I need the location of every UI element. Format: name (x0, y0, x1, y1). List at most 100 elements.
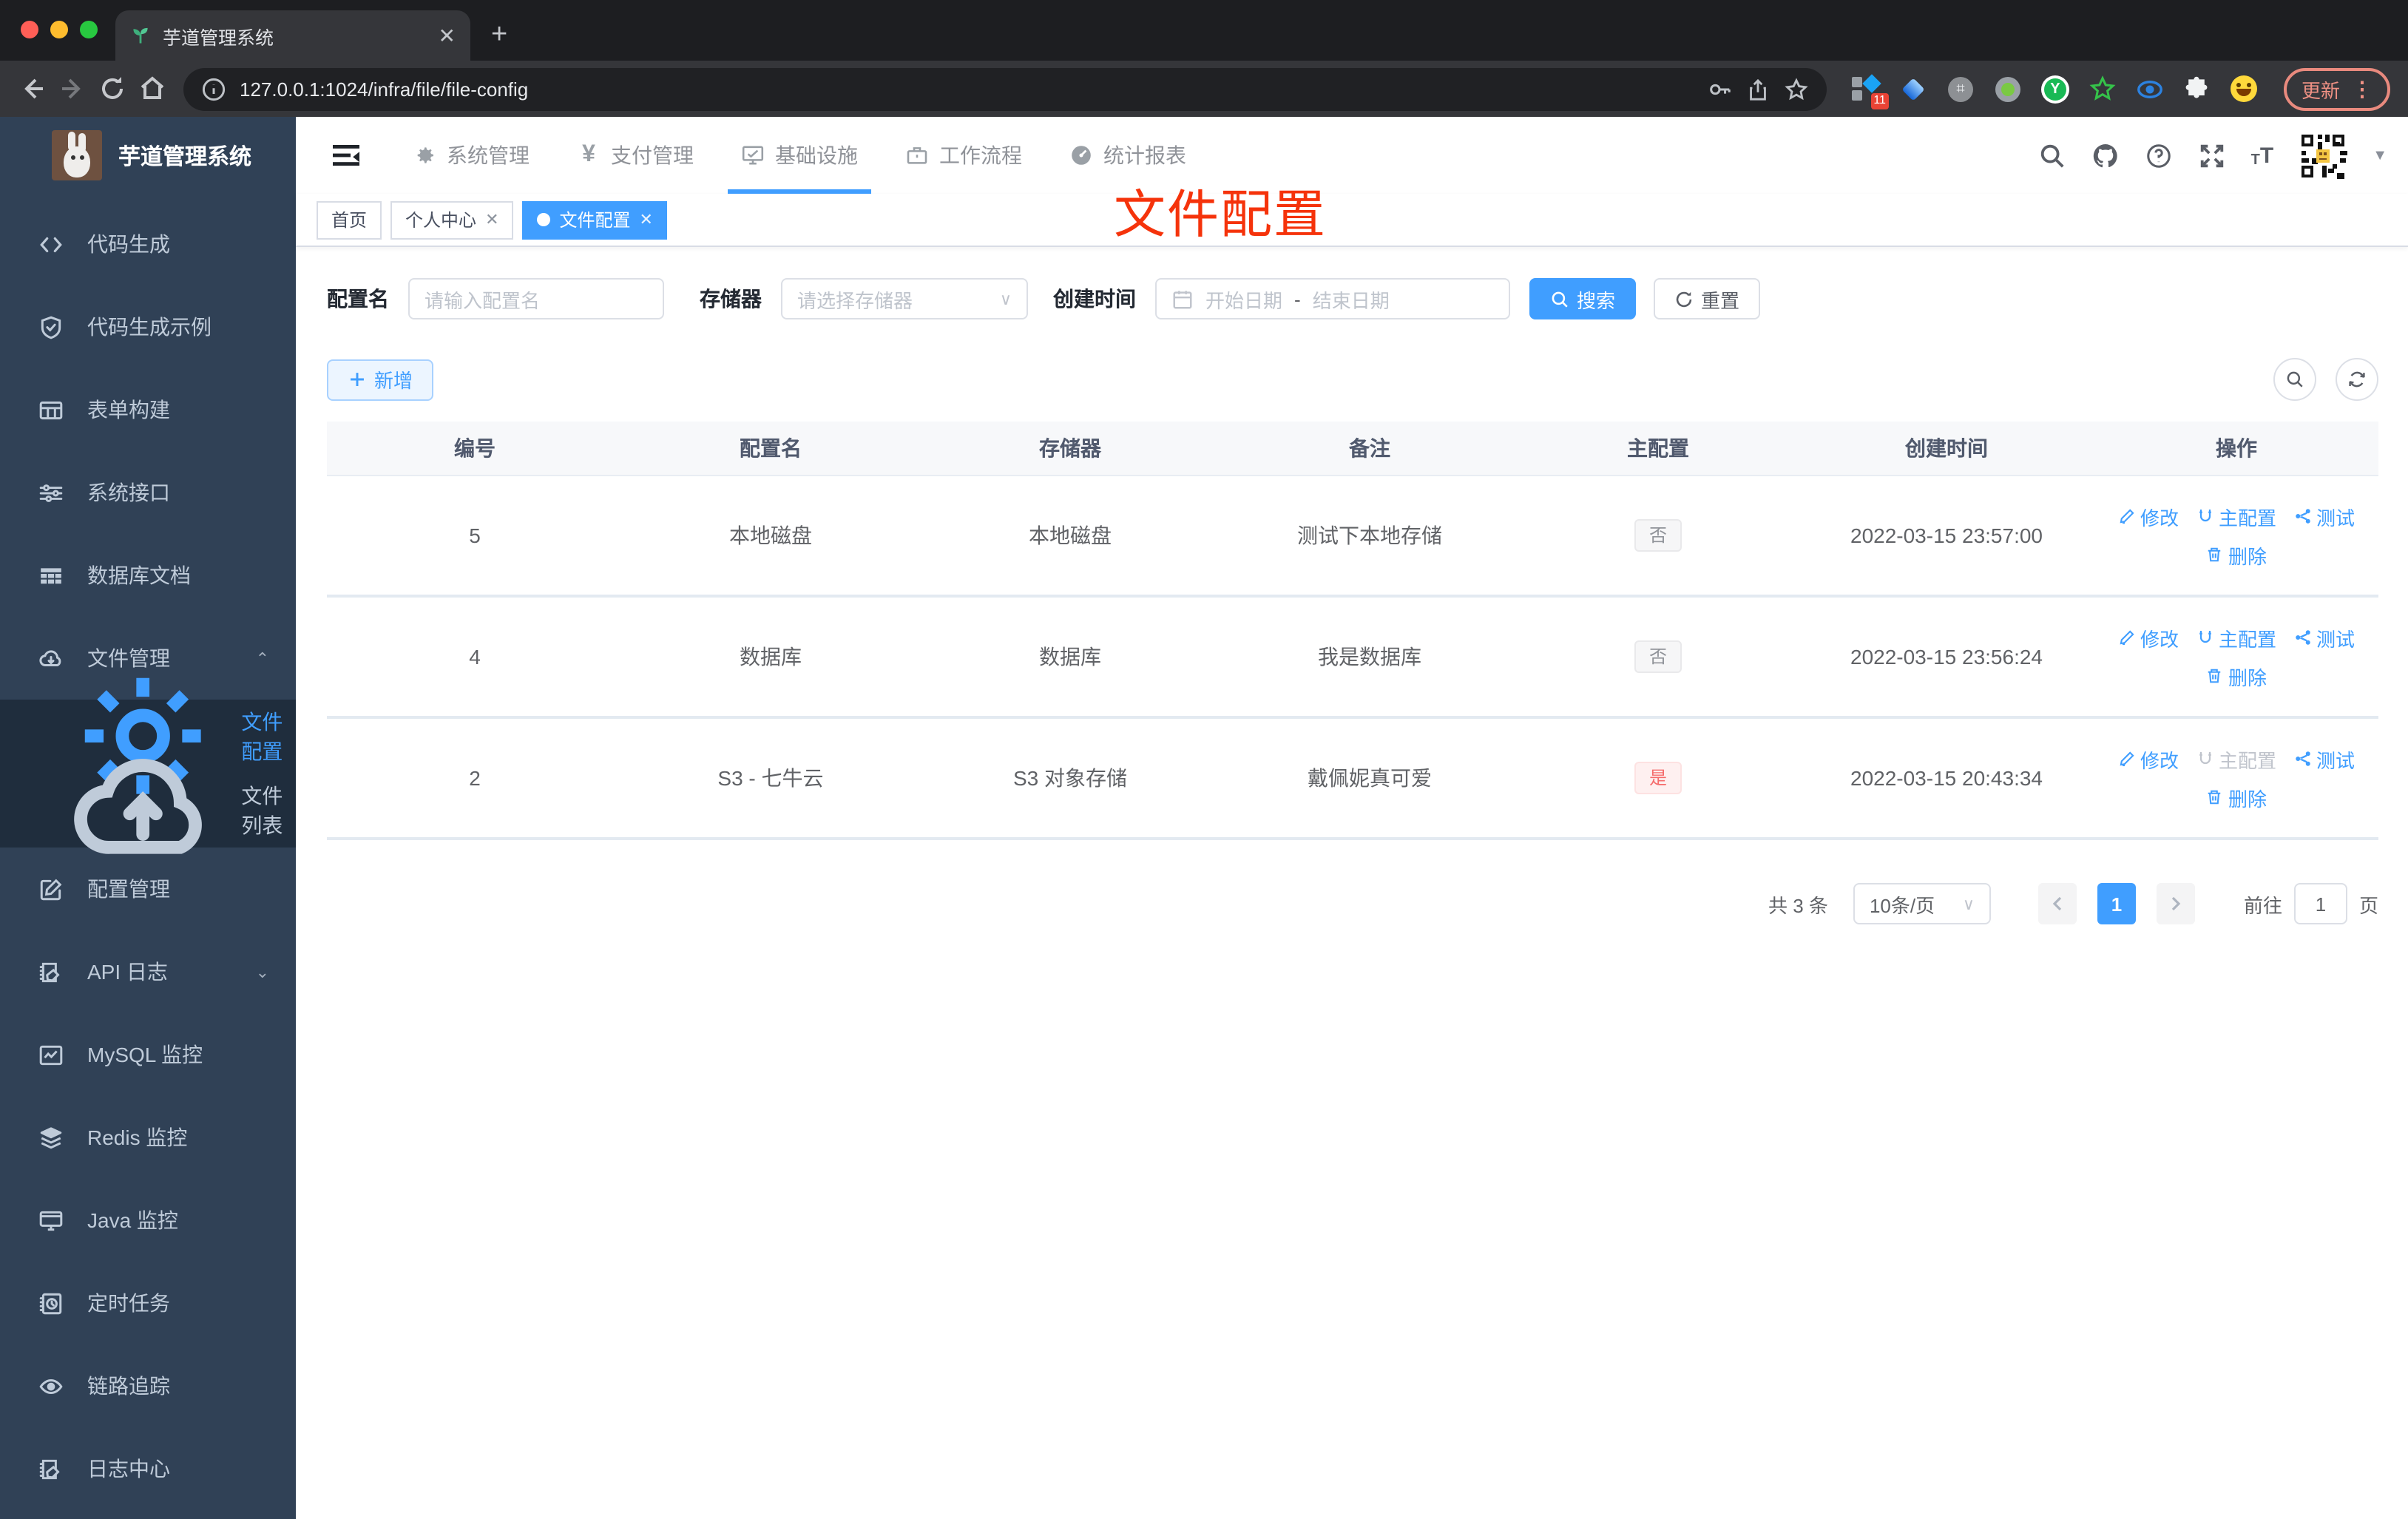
sidebar-item-config-management[interactable]: 配置管理 (0, 848, 296, 930)
topnav-system[interactable]: 系统管理 (399, 117, 543, 194)
storage-select[interactable]: 请选择存储器 ∨ (781, 278, 1028, 319)
extension-command-icon[interactable]: ⌗ (1947, 75, 1975, 103)
reset-button[interactable]: 重置 (1654, 278, 1761, 319)
sidebar-item-system-api[interactable]: 系统接口 (0, 451, 296, 534)
delete-button[interactable]: 删除 (2206, 541, 2267, 569)
tag-close-icon[interactable]: ✕ (485, 210, 498, 229)
sidebar-item-tracing[interactable]: 链路追踪 (0, 1344, 296, 1427)
edit-button[interactable]: 修改 (2118, 502, 2179, 530)
test-button[interactable]: 测试 (2294, 745, 2355, 773)
sidebar-item-api-log[interactable]: API 日志 ⌄ (0, 930, 296, 1013)
extension-badge: 11 (1870, 92, 1889, 109)
reload-button[interactable] (98, 74, 127, 104)
browser-menu-icon[interactable]: ⋮ (2352, 76, 2373, 101)
set-master-button[interactable]: 主配置 (2196, 502, 2276, 530)
user-dropdown-caret-icon[interactable]: ▼ (2373, 147, 2387, 163)
extension-kite-icon[interactable] (1899, 75, 1927, 103)
sidebar-item-form-builder[interactable]: 表单构建 (0, 368, 296, 451)
total-count: 共 3 条 (1768, 894, 1828, 916)
share-nodes-icon (2296, 751, 2310, 766)
edit-button[interactable]: 修改 (2118, 623, 2179, 652)
tag-profile[interactable]: 个人中心 ✕ (390, 200, 514, 239)
extension-grid-icon[interactable]: 11 (1851, 73, 1889, 109)
help-icon[interactable] (2145, 141, 2173, 169)
search-button[interactable]: 搜索 (1529, 278, 1637, 319)
topnav-payment[interactable]: ¥ 支付管理 (564, 117, 707, 194)
tab-close-icon[interactable]: ✕ (439, 25, 456, 46)
extension-puzzle-icon[interactable] (2183, 75, 2211, 103)
next-page-button[interactable] (2156, 883, 2195, 924)
table-row: 2 S3 - 七牛云 S3 对象存储 戴佩妮真可爱 是 2022-03-15 2… (327, 717, 2378, 840)
goto-page-input[interactable]: 1 (2293, 883, 2347, 924)
update-label: 更新 (2301, 79, 2340, 101)
github-icon[interactable] (2091, 141, 2120, 169)
tag-file-config[interactable]: 文件配置 ✕ (522, 200, 668, 239)
browser-tab[interactable]: 芋道管理系统 ✕ (115, 10, 470, 61)
collapse-sidebar-icon[interactable] (331, 141, 361, 170)
extension-emoji-icon[interactable] (2231, 75, 2259, 103)
sidebar-item-code-generation[interactable]: 代码生成 (0, 203, 296, 285)
refresh-table-button[interactable] (2336, 358, 2378, 401)
avatar[interactable] (2299, 131, 2348, 180)
chart-monitor-icon (39, 1044, 63, 1065)
code-icon (40, 236, 62, 252)
sidebar-item-mysql-monitor[interactable]: MySQL 监控 (0, 1013, 296, 1096)
extension-dot-icon[interactable] (1994, 75, 2022, 103)
sidebar-item-log-center[interactable]: 日志中心 (0, 1427, 296, 1510)
magnet-icon (2199, 752, 2211, 765)
back-button[interactable] (18, 74, 47, 104)
topnav-workflow[interactable]: 工作流程 (892, 117, 1035, 194)
col-created: 创建时间 (1799, 422, 2094, 476)
calendar-icon (1171, 288, 1194, 310)
browser-update-button[interactable]: 更新 ⋮ (2283, 67, 2390, 110)
magnet-icon (2199, 510, 2211, 522)
prev-page-button[interactable] (2037, 883, 2077, 924)
close-window-button[interactable] (21, 21, 38, 38)
delete-button[interactable]: 删除 (2206, 662, 2267, 690)
window-controls[interactable] (21, 21, 98, 38)
share-nodes-icon (2296, 509, 2310, 524)
forward-button[interactable] (58, 74, 87, 104)
password-key-icon[interactable] (1707, 76, 1732, 101)
minimize-window-button[interactable] (50, 21, 68, 38)
date-range-picker[interactable]: 开始日期 - 结束日期 (1155, 278, 1510, 319)
sidebar-logo[interactable]: 芋道管理系统 (0, 117, 296, 194)
page-number-button[interactable]: 1 (2097, 883, 2136, 924)
tag-home[interactable]: 首页 (317, 200, 382, 239)
browser-toolbar: 127.0.0.1:1024/infra/file/file-config 11… (0, 61, 2408, 117)
bookmark-star-icon[interactable] (1784, 76, 1809, 101)
address-bar[interactable]: 127.0.0.1:1024/infra/file/file-config (183, 67, 1827, 110)
chevron-down-icon: ∨ (999, 291, 1012, 308)
topnav-infrastructure[interactable]: 基础设施 (728, 117, 871, 194)
search-icon[interactable] (2038, 141, 2066, 169)
shield-check-icon (41, 315, 61, 339)
share-icon[interactable] (1745, 76, 1771, 101)
extension-star-icon[interactable] (2089, 75, 2117, 103)
tag-close-icon[interactable]: ✕ (640, 210, 653, 229)
home-button[interactable] (138, 74, 167, 104)
page-size-select[interactable]: 10条/页 ∨ (1853, 883, 1991, 924)
set-master-button[interactable]: 主配置 (2196, 623, 2276, 652)
zoom-window-button[interactable] (80, 21, 98, 38)
sidebar-item-file-management[interactable]: 文件管理 ⌃ (0, 617, 296, 700)
extension-y-icon[interactable]: Y (2040, 75, 2069, 103)
add-button[interactable]: 新增 (327, 359, 434, 400)
test-button[interactable]: 测试 (2294, 502, 2355, 530)
font-size-icon[interactable]: TT (2251, 143, 2274, 168)
sidebar-item-java-monitor[interactable]: Java 监控 (0, 1179, 296, 1262)
sidebar-item-file-list[interactable]: 文件列表 (0, 760, 296, 855)
config-name-input[interactable]: 请输入配置名 (408, 278, 664, 319)
sidebar-item-redis-monitor[interactable]: Redis 监控 (0, 1096, 296, 1179)
delete-button[interactable]: 删除 (2206, 783, 2267, 811)
site-info-icon[interactable] (201, 76, 226, 101)
extension-eye-icon[interactable] (2136, 75, 2164, 103)
new-tab-button[interactable]: + (491, 19, 507, 52)
sidebar-item-db-doc[interactable]: 数据库文档 (0, 534, 296, 617)
test-button[interactable]: 测试 (2294, 623, 2355, 652)
sidebar-item-scheduled-tasks[interactable]: 定时任务 (0, 1262, 296, 1344)
page-content: 配置名 请输入配置名 存储器 请选择存储器 ∨ 创建时间 开始日期 - 结束日期… (296, 247, 2408, 1519)
fullscreen-icon[interactable] (2198, 141, 2226, 169)
sidebar-item-code-demo[interactable]: 代码生成示例 (0, 285, 296, 368)
show-search-button[interactable] (2273, 358, 2316, 401)
edit-button[interactable]: 修改 (2118, 745, 2179, 773)
